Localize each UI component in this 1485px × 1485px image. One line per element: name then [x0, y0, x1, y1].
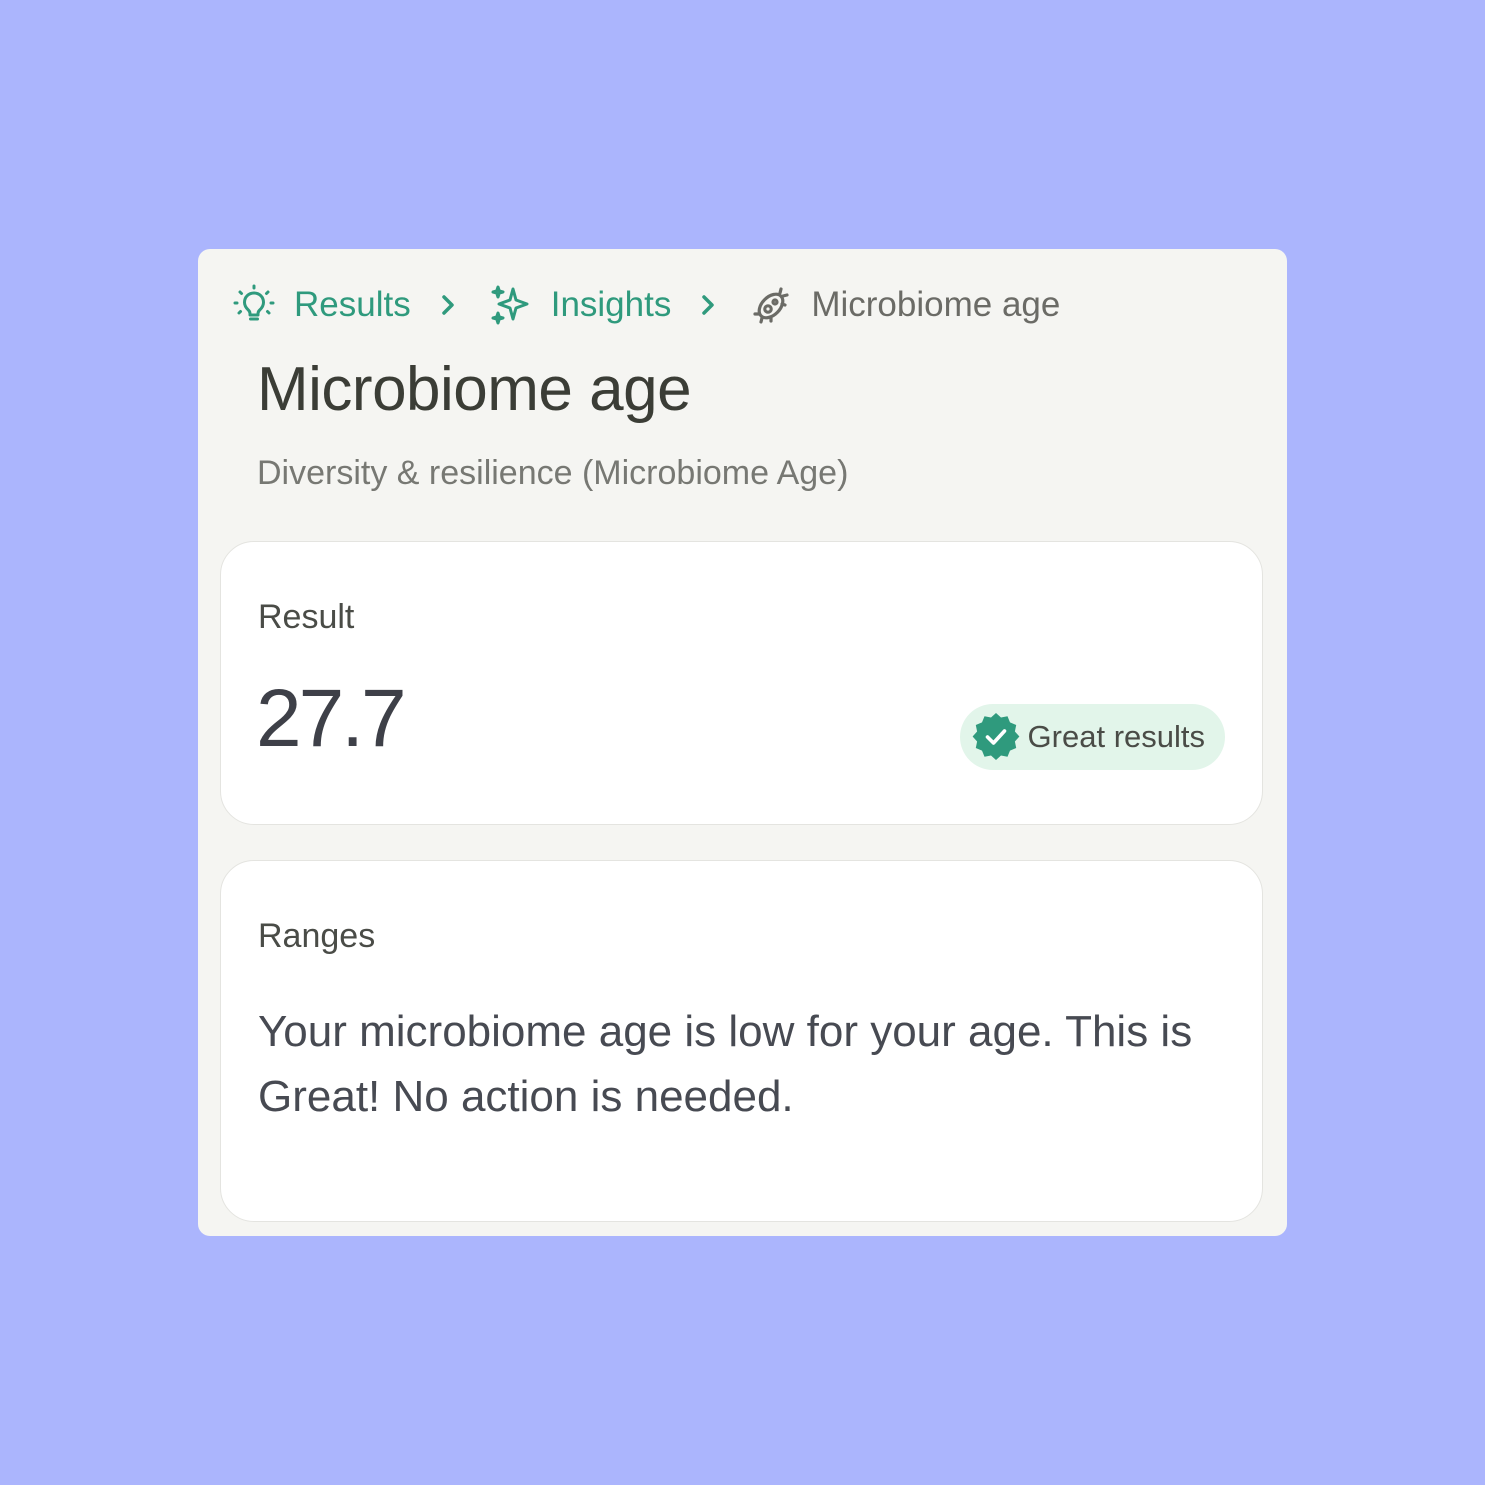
ranges-description: Your microbiome age is low for your age.…	[258, 1007, 1193, 1121]
breadcrumb-item-insights[interactable]: Insights	[489, 283, 672, 327]
breadcrumb: Results Insights Microbiome age	[232, 277, 1060, 333]
status-badge-label: Great results	[1027, 719, 1205, 754]
status-badge: Great results	[959, 704, 1225, 770]
sparkles-icon	[489, 283, 533, 327]
breadcrumb-label-insights: Insights	[550, 285, 672, 324]
chevron-right-icon	[693, 290, 723, 320]
breadcrumb-label-microbiome-age: Microbiome age	[811, 285, 1061, 324]
page-title: Microbiome age	[257, 355, 692, 424]
ranges-card: Ranges Your microbiome age is low for yo…	[220, 860, 1263, 1222]
result-card: Result 27.7 Great results	[220, 541, 1263, 825]
check-badge-icon	[970, 711, 1022, 763]
breadcrumb-item-microbiome-age[interactable]: Microbiome age	[749, 283, 1060, 327]
breadcrumb-label-results: Results	[294, 285, 411, 324]
page-subtitle: Diversity & resilience (Microbiome Age)	[257, 454, 849, 492]
result-value: 27.7	[256, 673, 407, 764]
insight-panel: Results Insights Microbiome age Microbio…	[198, 249, 1287, 1236]
ranges-label: Ranges	[258, 917, 376, 955]
chevron-right-icon	[433, 290, 463, 320]
bacteria-icon	[749, 283, 793, 327]
lightbulb-icon	[232, 283, 276, 327]
result-label: Result	[258, 598, 355, 636]
breadcrumb-item-results[interactable]: Results	[232, 283, 411, 327]
